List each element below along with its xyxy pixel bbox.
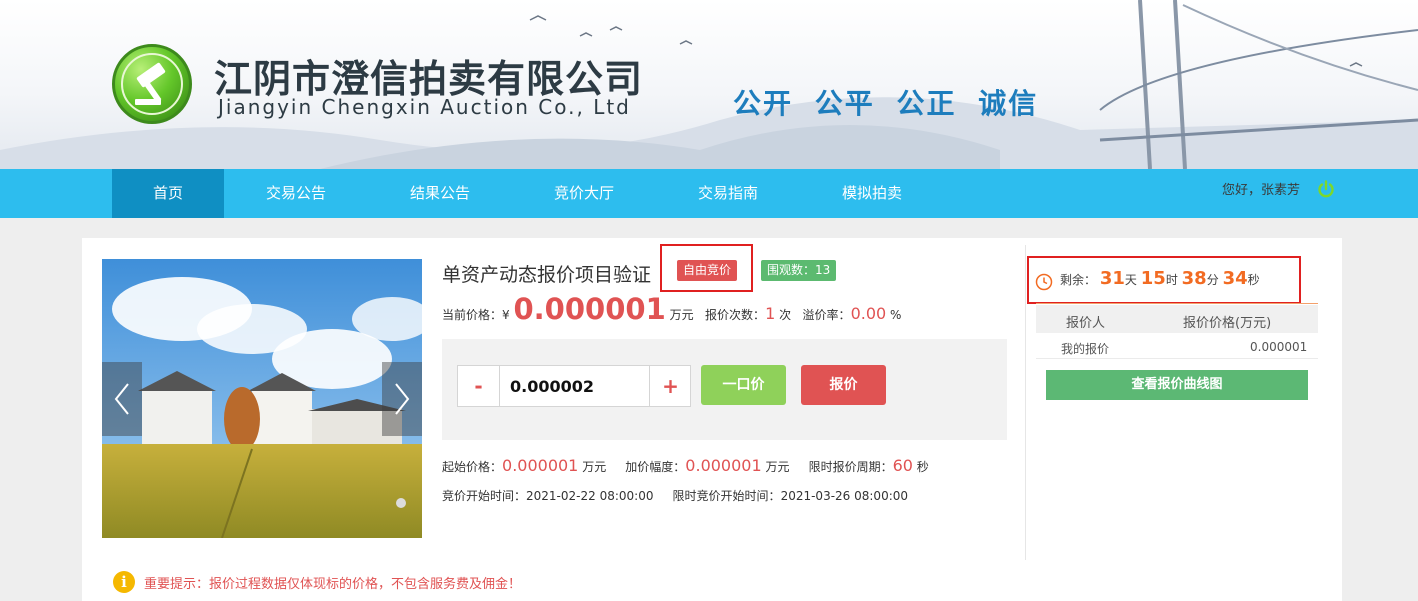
limited-start-value: 2021-03-26 08:00:00: [780, 489, 909, 503]
main-nav: 首页 交易公告 结果公告 竞价大厅 交易指南 模拟拍卖 您好，张素芳: [0, 169, 1418, 218]
user-greeting[interactable]: 您好，张素芳: [1222, 169, 1300, 218]
item-title: 单资产动态报价项目验证: [442, 264, 652, 286]
current-price-label: 当前价格：: [442, 308, 503, 322]
premium-label: 溢价率：: [802, 308, 851, 322]
increment-value: 0.000001: [685, 456, 762, 475]
start-price-unit: 万元: [582, 460, 607, 474]
bid-count-unit: 次: [779, 308, 792, 322]
chevron-right-icon: [395, 383, 410, 415]
buyout-button[interactable]: 一口价: [701, 365, 786, 405]
company-logo: [112, 44, 192, 124]
view-bid-curve-button[interactable]: 查看报价曲线图: [1046, 370, 1308, 400]
start-price-label: 起始价格：: [442, 460, 503, 474]
item-photo: [102, 259, 422, 538]
nav-mock-auction[interactable]: 模拟拍卖: [822, 169, 922, 218]
bid-amount-input[interactable]: [499, 366, 650, 406]
landscape-banner-art: [0, 0, 1418, 169]
highlight-box-mode: [660, 244, 753, 292]
current-price-value: 0.000001: [513, 292, 666, 326]
chevron-left-icon: [114, 383, 129, 415]
decrement-button[interactable]: -: [458, 366, 499, 406]
increment-label: 加价幅度：: [625, 460, 686, 474]
nav-trade-guide[interactable]: 交易指南: [678, 169, 778, 218]
view-count-badge: 围观数：13: [761, 260, 837, 281]
info-icon: i: [113, 571, 135, 593]
bid-table-row-divider: [1036, 358, 1318, 359]
premium-unit: %: [890, 308, 902, 322]
start-price-value: 0.000001: [502, 456, 579, 475]
important-notice: 重要提示：报价过程数据仅体现标的价格，不包含服务费及佣金！: [144, 577, 522, 592]
bid-count-value: 1: [765, 304, 776, 323]
nav-result-notice[interactable]: 结果公告: [390, 169, 490, 218]
gavel-icon: [135, 62, 166, 105]
logout-power-icon[interactable]: [1317, 180, 1335, 198]
panel-divider: [1025, 245, 1026, 560]
site-header: 江阴市澄信拍卖有限公司 Jiangyin Chengxin Auction Co…: [0, 0, 1418, 169]
bid-table-row-bidder: 我的报价: [1061, 342, 1110, 356]
period-unit: 秒: [916, 460, 929, 474]
start-time-label: 竞价开始时间：: [442, 489, 527, 503]
slogan: 公开 公平 公正 诚信: [733, 87, 1039, 120]
increment-unit: 万元: [765, 460, 790, 474]
auction-time-row: 竞价开始时间：2021-02-22 08:00:00 限时竞价开始时间：2021…: [442, 487, 908, 504]
bid-amount-stepper: - +: [457, 365, 691, 407]
period-label: 限时报价周期：: [808, 460, 893, 474]
currency-symbol: ¥: [502, 308, 510, 322]
countdown-underline: [1036, 303, 1318, 304]
gallery-prev-button[interactable]: [102, 362, 142, 436]
submit-bid-button[interactable]: 报价: [801, 365, 886, 405]
auction-terms-row: 起始价格：0.000001 万元 加价幅度：0.000001 万元 限时报价周期…: [442, 456, 929, 475]
premium-value: 0.00: [850, 304, 887, 323]
gallery-dot[interactable]: [396, 498, 406, 508]
current-price-unit: 万元: [669, 308, 694, 322]
bid-table-header-bidder: 报价人: [1066, 316, 1106, 331]
bid-table-row-price: 0.000001: [1250, 340, 1308, 354]
bid-table-header-price: 报价价格(万元): [1183, 316, 1272, 331]
item-photo-gallery[interactable]: [102, 259, 422, 538]
nav-home[interactable]: 首页: [112, 169, 224, 218]
company-name-en: Jiangyin Chengxin Auction Co., Ltd: [218, 95, 631, 119]
nav-trade-notice[interactable]: 交易公告: [246, 169, 346, 218]
current-price-row: 当前价格：¥ 0.000001 万元 报价次数：1 次 溢价率：0.00 %: [442, 292, 901, 326]
nav-bidding-hall[interactable]: 竞价大厅: [534, 169, 634, 218]
gallery-next-button[interactable]: [382, 362, 422, 436]
increment-button[interactable]: +: [650, 366, 691, 406]
highlight-box-countdown: [1027, 256, 1301, 304]
bid-count-label: 报价次数：: [705, 308, 766, 322]
start-time-value: 2021-02-22 08:00:00: [526, 489, 654, 503]
period-value: 60: [892, 456, 913, 475]
limited-start-label: 限时竞价开始时间：: [672, 489, 781, 503]
